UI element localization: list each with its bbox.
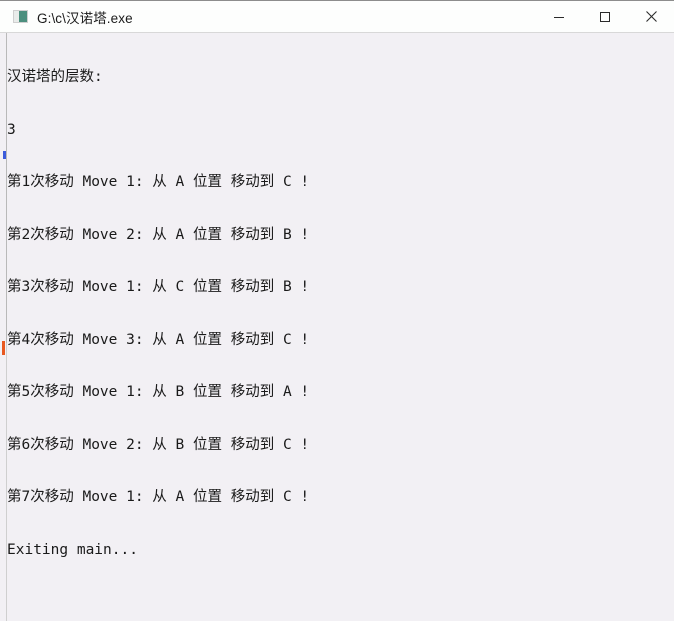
console-app-icon: [13, 10, 28, 23]
console-line: 第4次移动 Move 3: 从 A 位置 移动到 C !: [7, 331, 310, 348]
title-bar-left: G:\c\汉诺塔.exe: [0, 7, 536, 27]
console-line: 第7次移动 Move 1: 从 A 位置 移动到 C !: [7, 489, 310, 505]
console-text: 汉诺塔的层数: 3 第1次移动 Move 1: 从 A 位置 移动到 C ! 第…: [7, 34, 667, 621]
console-line: Exiting main...: [7, 541, 138, 558]
console-line: 第6次移动 Move 2: 从 B 位置 移动到 C !: [7, 436, 310, 453]
console-line: 第5次移动 Move 1: 从 B 位置 移动到 A !: [7, 384, 310, 400]
window-title: G:\c\汉诺塔.exe: [37, 10, 133, 26]
window-controls: [536, 0, 674, 33]
close-button[interactable]: [628, 1, 674, 33]
gutter-marker-blue: [3, 151, 6, 159]
console-line: 第1次移动 Move 1: 从 A 位置 移动到 C !: [7, 174, 310, 190]
title-bar[interactable]: G:\c\汉诺塔.exe: [0, 0, 674, 33]
console-line: 第3次移动 Move 1: 从 C 位置 移动到 B !: [7, 279, 310, 295]
minimize-button[interactable]: [536, 1, 582, 33]
console-line: 第2次移动 Move 2: 从 A 位置 移动到 B !: [7, 226, 310, 243]
minimize-icon: [553, 11, 565, 23]
close-icon: [645, 10, 658, 23]
console-line: 汉诺塔的层数:: [7, 69, 103, 85]
console-line: 3: [7, 121, 16, 138]
gutter-marker-orange: [2, 341, 5, 355]
console-output-area[interactable]: 汉诺塔的层数: 3 第1次移动 Move 1: 从 A 位置 移动到 C ! 第…: [0, 33, 674, 621]
console-window: G:\c\汉诺塔.exe 汉诺塔的层数: 3 第1次移动 Move 1: 从 A…: [0, 0, 674, 621]
maximize-button[interactable]: [582, 1, 628, 33]
maximize-icon: [599, 11, 611, 23]
